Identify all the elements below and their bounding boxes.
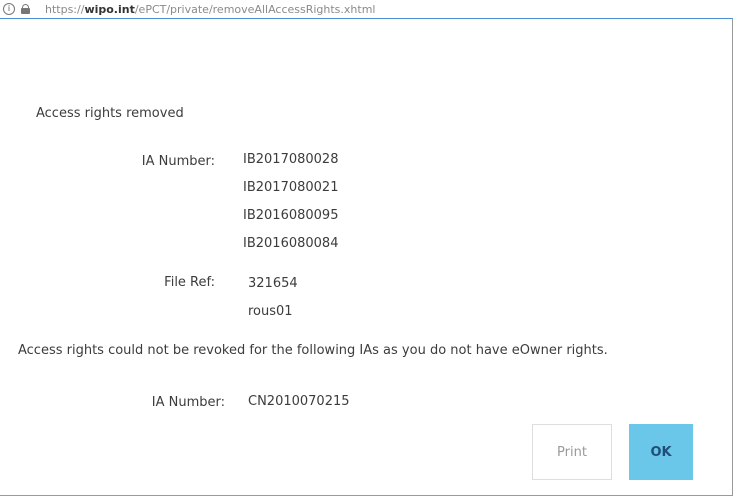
removed-title: Access rights removed	[36, 106, 184, 121]
url-text[interactable]: https://wipo.int/ePCT/private/removeAllA…	[45, 3, 375, 16]
file-ref-item: rous01	[248, 304, 293, 319]
print-button[interactable]: Print	[532, 424, 612, 480]
info-icon[interactable]: i	[3, 3, 15, 15]
failed-ia-number-label: IA Number:	[151, 395, 225, 410]
dialog-window: i https://wipo.int/ePCT/private/removeAl…	[0, 0, 733, 496]
not-revoked-message: Access rights could not be revoked for t…	[18, 343, 608, 358]
ok-button[interactable]: OK	[629, 424, 693, 480]
ia-number-label: IA Number:	[141, 154, 215, 169]
file-ref-item: 321654	[248, 276, 298, 291]
file-ref-list: 321654 rous01	[248, 270, 298, 326]
ia-number-item: IB2016080084	[243, 236, 339, 251]
failed-ia-number-item: CN2010070215	[248, 394, 350, 409]
address-bar[interactable]: i https://wipo.int/ePCT/private/removeAl…	[0, 0, 733, 19]
ia-number-item: IB2017080021	[243, 180, 339, 195]
file-ref-label: File Ref:	[164, 275, 215, 290]
failed-ia-number-list: CN2010070215	[248, 388, 350, 416]
ia-number-list: IB2017080028 IB2017080021 IB2016080095 IB20…	[243, 146, 338, 258]
ia-number-item: IB2016080095	[243, 208, 339, 223]
lock-icon	[19, 3, 33, 15]
ia-number-item: IB2017080028	[243, 152, 339, 167]
